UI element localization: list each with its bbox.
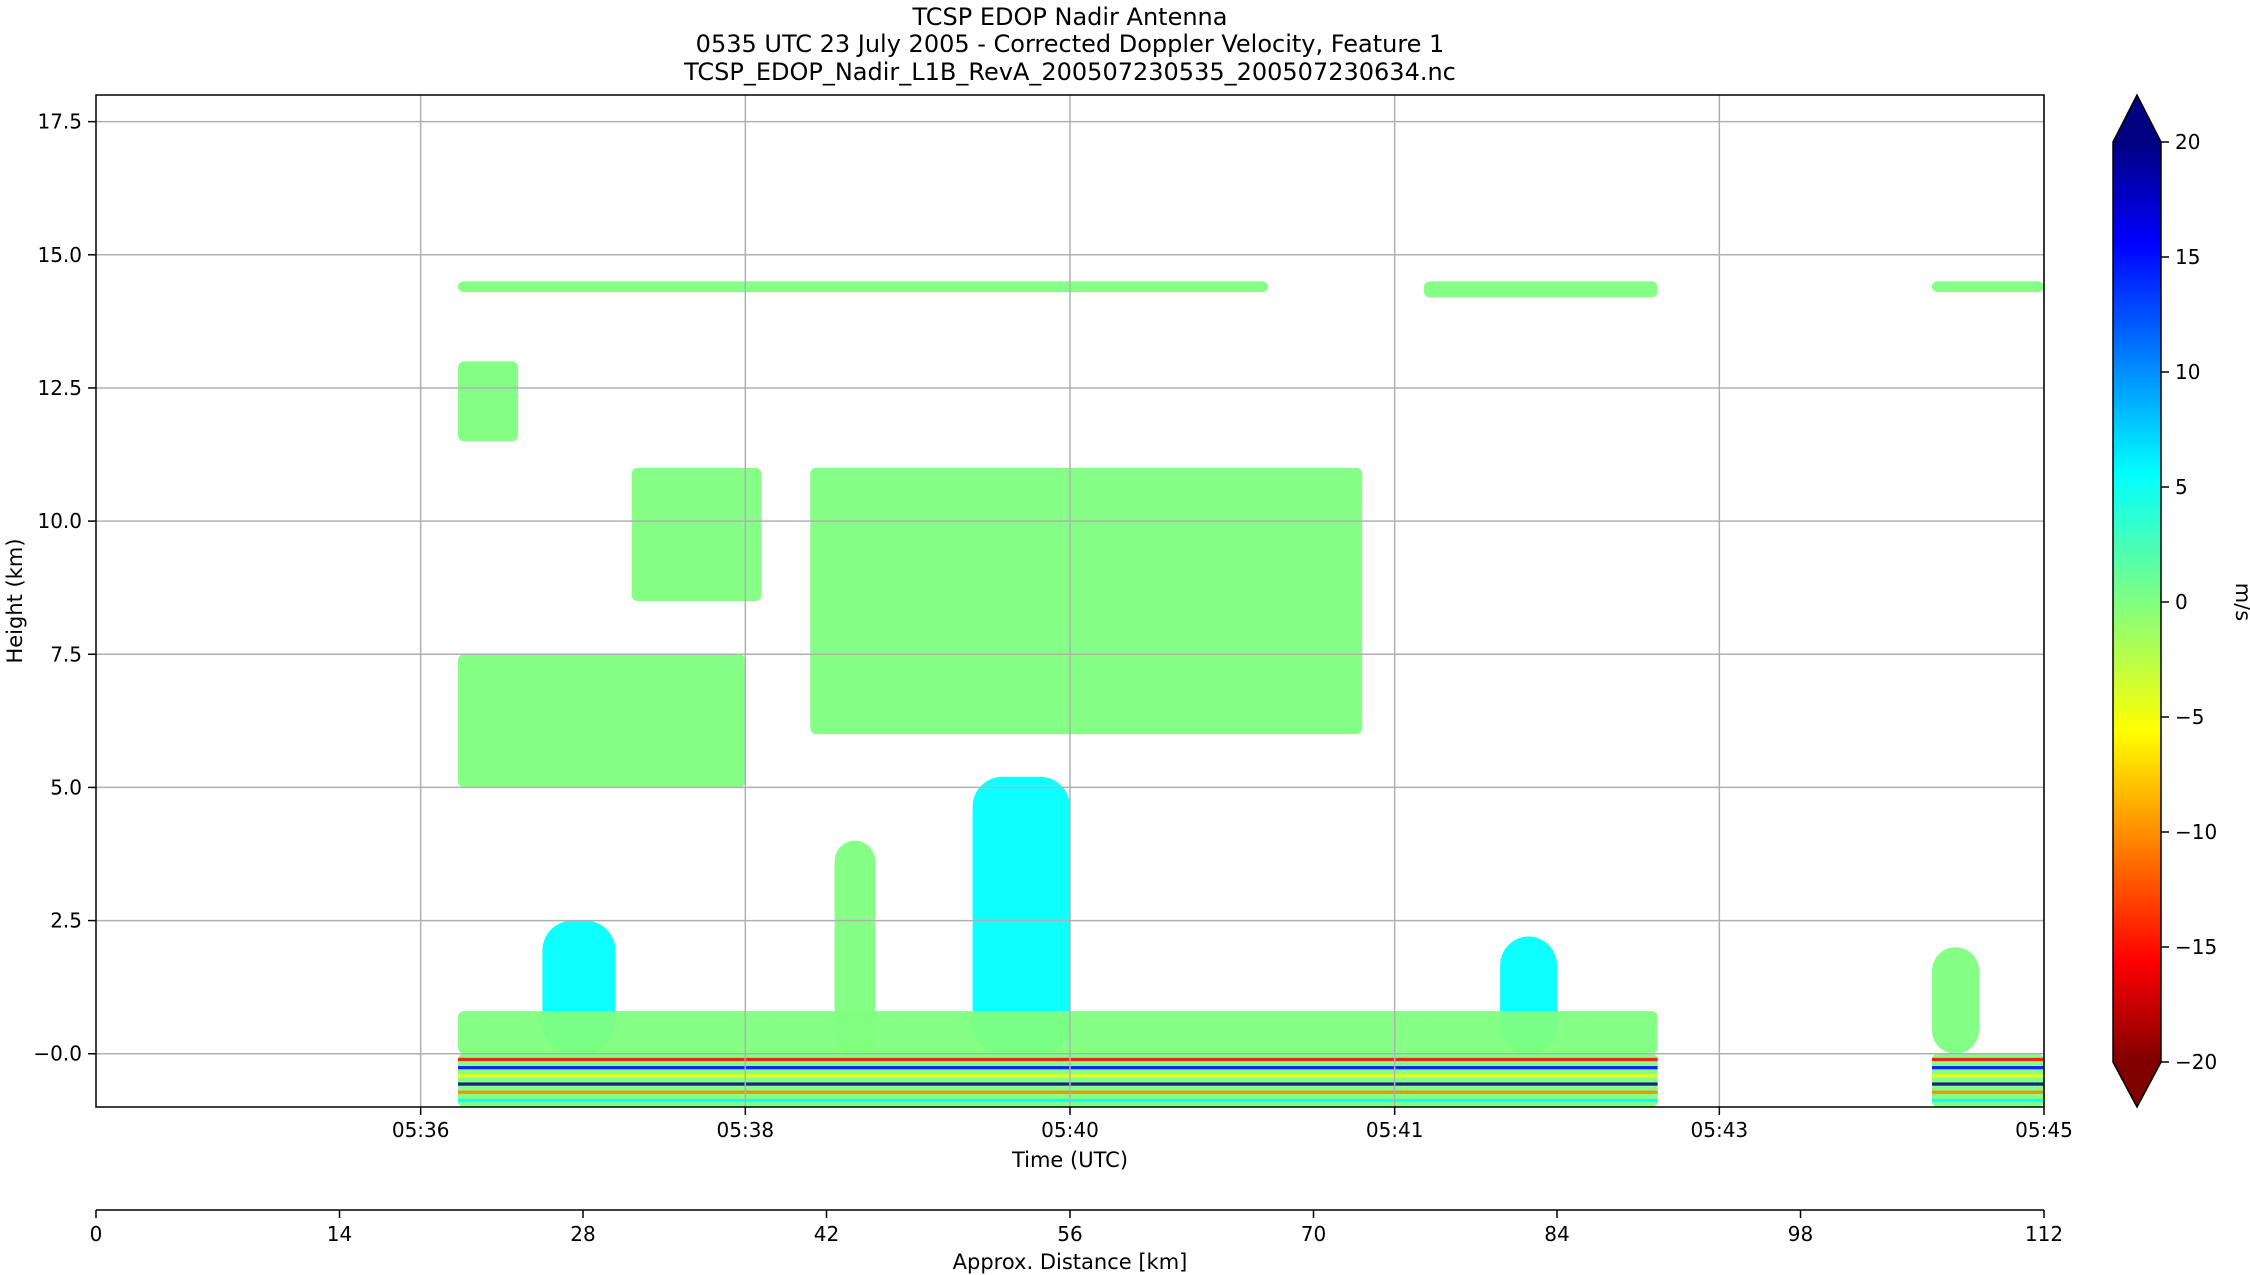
clutter-band [458, 1066, 1658, 1070]
y-tick-label: 10.0 [37, 509, 82, 533]
y-tick-label: 5.0 [50, 775, 82, 799]
title-line-2: 0535 UTC 23 July 2005 - Corrected Dopple… [696, 30, 1445, 58]
feature-main-stratiform-cloud [810, 467, 1363, 735]
y-tick-label: −0.0 [33, 1042, 82, 1066]
title-line-1: TCSP EDOP Nadir Antenna [912, 3, 1228, 31]
title-line-3: TCSP_EDOP_Nadir_L1B_RevA_200507230535_20… [683, 58, 1456, 86]
colorbar: 20 15 10 5 0 −5 −10 −15 −20 m/s [2112, 93, 2250, 1109]
colorbar-tick-label: 20 [2175, 130, 2200, 154]
distance-axis-label: Approx. Distance [km] [953, 1250, 1188, 1274]
x-tick-label: 05:36 [392, 1118, 450, 1142]
figure: TCSP EDOP Nadir Antenna 0535 UTC 23 July… [3, 3, 2250, 1274]
distance-tick-label: 98 [1788, 1222, 1813, 1246]
colorbar-label: m/s [2231, 583, 2250, 621]
colorbar-tick-label: 10 [2175, 360, 2200, 384]
distance-tick-label: 14 [327, 1222, 352, 1246]
x-axis-time: 05:36 05:38 05:40 05:41 05:43 05:45 [392, 1107, 2073, 1142]
y-tick-label: 15.0 [37, 243, 82, 267]
y-axis: −0.0 2.5 5.0 7.5 10.0 12.5 15.0 17.5 [33, 110, 96, 1066]
distance-tick-label: 70 [1301, 1222, 1326, 1246]
x-axis-label: Time (UTC) [1011, 1148, 1128, 1172]
feature-anvil-layer-14km-b [1423, 281, 1658, 298]
clutter-band [1931, 1082, 2044, 1086]
feature-anvil-layer-14km [458, 281, 1269, 293]
clutter-band [1931, 1057, 2044, 1062]
colorbar-tick-label: 15 [2175, 245, 2200, 269]
distance-tick-label: 84 [1544, 1222, 1569, 1246]
colorbar-tick-label: −15 [2175, 935, 2217, 959]
x-tick-label: 05:45 [2015, 1118, 2073, 1142]
clutter-band [1931, 1074, 2044, 1078]
distance-tick-label: 42 [814, 1222, 839, 1246]
colorbar-upper-extension [2113, 95, 2161, 142]
y-tick-label: 2.5 [50, 909, 82, 933]
x-tick-label: 05:40 [1041, 1118, 1099, 1142]
colorbar-tick-label: −5 [2175, 705, 2204, 729]
distance-tick-label: 0 [90, 1222, 103, 1246]
colorbar-tick-label: 0 [2175, 590, 2188, 614]
colorbar-tick-label: −20 [2175, 1050, 2217, 1074]
clutter-band [458, 1057, 1658, 1062]
feature-anvil-layer-14km-c [1931, 281, 2044, 293]
feature-boundary-layer [458, 1011, 1658, 1054]
distance-tick-label: 28 [570, 1222, 595, 1246]
clutter-band [1931, 1090, 2044, 1094]
distance-tick-label: 112 [2025, 1222, 2063, 1246]
clutter-band [458, 1082, 1658, 1086]
x-axis-distance: 0 14 28 42 56 70 84 98 112 [90, 1210, 2063, 1246]
clutter-band [1931, 1066, 2044, 1070]
feature-shallow-cell-4 [1931, 947, 1980, 1054]
clutter-band [458, 1090, 1658, 1094]
colorbar-tick-label: −10 [2175, 820, 2217, 844]
y-tick-label: 17.5 [37, 110, 82, 134]
colorbar-ticks: 20 15 10 5 0 −5 −10 −15 −20 [2161, 130, 2217, 1074]
clutter-band [458, 1098, 1658, 1103]
feature-cloud-mid-left [631, 467, 762, 601]
clutter-band [1931, 1098, 2044, 1103]
y-axis-label: Height (km) [3, 538, 27, 663]
feature-cloud-left-mid [458, 654, 746, 788]
colorbar-body [2113, 142, 2161, 1062]
y-tick-label: 12.5 [37, 376, 82, 400]
y-tick-label: 7.5 [50, 642, 82, 666]
x-tick-label: 05:43 [1691, 1118, 1749, 1142]
x-tick-label: 05:41 [1366, 1118, 1424, 1142]
colorbar-tick-label: 5 [2175, 475, 2188, 499]
clutter-band [458, 1074, 1658, 1078]
x-tick-label: 05:38 [717, 1118, 775, 1142]
distance-tick-label: 56 [1057, 1222, 1082, 1246]
colorbar-lower-extension [2113, 1062, 2161, 1107]
feature-cloud-upper-left [458, 361, 519, 442]
